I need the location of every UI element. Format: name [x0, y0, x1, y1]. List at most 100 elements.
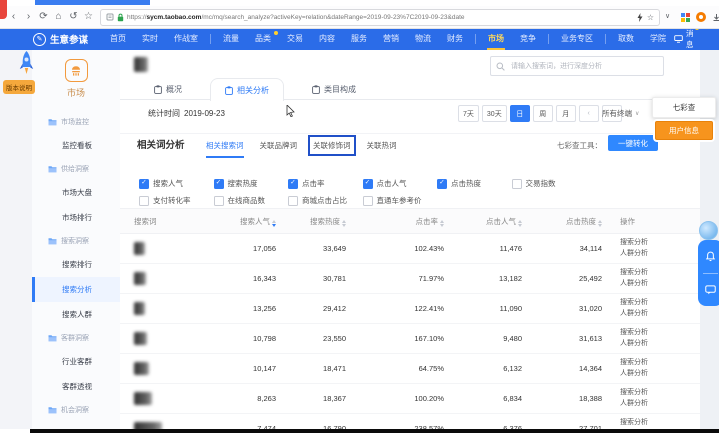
bookmark-star-icon[interactable]: ☆ [81, 7, 96, 27]
subtab-related-brand-words[interactable]: 关联品牌词 [260, 140, 298, 158]
reader-icon[interactable] [106, 13, 114, 21]
search-analysis-link[interactable]: 搜索分析 [620, 268, 700, 278]
app-logo[interactable]: ✎ 生意参谋 [33, 32, 88, 46]
sidebar-item-monitor-board[interactable]: 监控看板 [32, 133, 120, 158]
metric-payment-conversion[interactable]: 支付转化率 [139, 195, 214, 206]
download-icon[interactable] [712, 13, 719, 22]
nav-item-war-room[interactable]: 作战室 [166, 28, 206, 50]
bell-icon[interactable] [705, 251, 716, 262]
nav-item-academy[interactable]: 学院 [642, 28, 674, 50]
version-rocket-icon[interactable] [19, 51, 34, 82]
sort-icon[interactable] [272, 220, 276, 227]
date-button-7d[interactable]: 7天 [458, 105, 479, 122]
back-icon[interactable]: ‹ [6, 7, 21, 27]
audience-analysis-link[interactable]: 人群分析 [620, 399, 700, 409]
extension-orange-icon[interactable] [696, 12, 706, 22]
sidebar-item-market-overview[interactable]: 市场大盘 [32, 180, 120, 205]
date-button-day[interactable]: 日 [510, 105, 530, 122]
date-button-month[interactable]: 月 [556, 105, 576, 122]
search-analysis-link[interactable]: 搜索分析 [620, 388, 700, 398]
metric-mall-click-ratio[interactable]: 商城点击占比 [288, 195, 363, 206]
sidebar-group-opportunity-insight[interactable]: 机会洞察 [32, 399, 120, 421]
checkbox-mall-click-ratio[interactable] [288, 196, 298, 206]
page-bookmark-icon[interactable]: ☆ [647, 13, 654, 22]
user-info-button[interactable]: 用户信息 [655, 121, 713, 140]
metric-click-rate[interactable]: ✓点击率 [288, 178, 363, 189]
audience-analysis-link[interactable]: 人群分析 [620, 339, 700, 349]
keyword-search-box[interactable] [490, 56, 664, 76]
sidebar-item-search-ranking[interactable]: 搜索排行 [32, 252, 120, 277]
messages-button[interactable]: 消息 [674, 28, 694, 50]
col-header-click-popularity[interactable]: 点击人气 [448, 216, 526, 227]
tab-category-composition[interactable]: 类目构成 [298, 78, 370, 100]
nav-item-category[interactable]: 品类 [247, 28, 279, 50]
nav-item-competition[interactable]: 竞争 [512, 28, 544, 50]
nav-item-marketing[interactable]: 营销 [375, 28, 407, 50]
sort-icon[interactable] [518, 220, 522, 227]
stat-date[interactable]: 2019-09-23 [184, 109, 225, 118]
sidebar-item-market-ranking[interactable]: 市场排行 [32, 205, 120, 230]
url-bar[interactable]: https://sycm.taobao.com/mc/mq/search_ana… [100, 9, 660, 26]
sort-icon[interactable] [440, 220, 444, 227]
tab-overview[interactable]: 概况 [140, 78, 196, 100]
subtab-related-search-words[interactable]: 相关搜索词 [206, 140, 244, 158]
metric-ztc-price[interactable]: 直通车参考价 [363, 195, 438, 206]
nav-item-trade[interactable]: 交易 [279, 28, 311, 50]
metric-click-heat[interactable]: ✓点击热度 [437, 178, 512, 189]
history-icon[interactable]: ↺ [66, 7, 81, 27]
search-analysis-link[interactable]: 搜索分析 [620, 238, 700, 248]
metric-transaction-index[interactable]: 交易指数 [512, 178, 587, 189]
sidebar-group-customer-insight[interactable]: 客群洞察 [32, 327, 120, 349]
search-input[interactable] [509, 62, 658, 71]
checkbox-click-popularity[interactable]: ✓ [363, 179, 373, 189]
search-analysis-link[interactable]: 搜索分析 [620, 358, 700, 368]
home-icon[interactable]: ⌂ [51, 7, 66, 27]
checkbox-click-rate[interactable]: ✓ [288, 179, 298, 189]
col-header-click-rate[interactable]: 点击率 [350, 216, 448, 227]
checkbox-payment-conversion[interactable] [139, 196, 149, 206]
checkbox-search-popularity[interactable]: ✓ [139, 179, 149, 189]
date-button-30d[interactable]: 30天 [482, 105, 507, 122]
checkbox-click-heat[interactable]: ✓ [437, 179, 447, 189]
metric-search-heat[interactable]: ✓搜索热度 [214, 178, 289, 189]
sidebar-group-search-insight[interactable]: 搜索洞察 [32, 230, 120, 252]
metric-search-popularity[interactable]: ✓搜索人气 [139, 178, 214, 189]
audience-analysis-link[interactable]: 人群分析 [620, 249, 700, 259]
audience-analysis-link[interactable]: 人群分析 [620, 309, 700, 319]
audience-analysis-link[interactable]: 人群分析 [620, 369, 700, 379]
nav-item-service[interactable]: 服务 [343, 28, 375, 50]
col-header-search-heat[interactable]: 搜索热度 [280, 216, 350, 227]
forward-icon[interactable]: › [21, 7, 36, 27]
assistant-mascot-icon[interactable] [699, 221, 718, 240]
subtab-related-hot-words[interactable]: 关联热词 [367, 140, 397, 158]
subtab-related-modifier-words[interactable]: 关联修饰词 [313, 140, 351, 158]
sidebar-item-customer-perspective[interactable]: 客群透视 [32, 374, 120, 399]
nav-item-data-query[interactable]: 取数 [610, 28, 642, 50]
one-click-convert-button[interactable]: 一键转化 [608, 135, 658, 151]
nav-item-content[interactable]: 内容 [311, 28, 343, 50]
chat-icon[interactable] [705, 285, 716, 295]
sidebar-group-supply-insight[interactable]: 供给洞察 [32, 158, 120, 180]
col-header-search-popularity[interactable]: 搜索人气 [215, 216, 280, 227]
search-analysis-link[interactable]: 搜索分析 [620, 418, 700, 428]
checkbox-online-products[interactable] [214, 196, 224, 206]
checkbox-transaction-index[interactable] [512, 179, 522, 189]
sidebar-item-search-analysis[interactable]: 搜索分析 [32, 277, 120, 302]
date-button-week[interactable]: 周 [533, 105, 553, 122]
extensions-grid-icon[interactable] [681, 13, 690, 22]
sidebar-item-attribute-insight[interactable]: 属性洞察 [32, 421, 120, 429]
search-analysis-link[interactable]: 搜索分析 [620, 328, 700, 338]
search-analysis-link[interactable]: 搜索分析 [620, 298, 700, 308]
nav-item-logistics[interactable]: 物流 [407, 28, 439, 50]
sort-icon[interactable] [598, 220, 602, 227]
nav-item-realtime[interactable]: 实时 [134, 28, 166, 50]
metric-click-popularity[interactable]: ✓点击人气 [363, 178, 438, 189]
nav-item-market[interactable]: 市场 [480, 28, 512, 50]
nav-item-business-zone[interactable]: 业务专区 [553, 28, 601, 50]
nav-item-home[interactable]: 首页 [102, 28, 134, 50]
nav-item-traffic[interactable]: 流量 [215, 28, 247, 50]
extension-menu-item[interactable]: 七彩查 [652, 97, 716, 118]
terminal-filter[interactable]: 所有终端 ∨ [602, 108, 639, 119]
chevron-down-icon[interactable]: ∨ [660, 7, 675, 27]
sidebar-item-industry-customer[interactable]: 行业客群 [32, 349, 120, 374]
